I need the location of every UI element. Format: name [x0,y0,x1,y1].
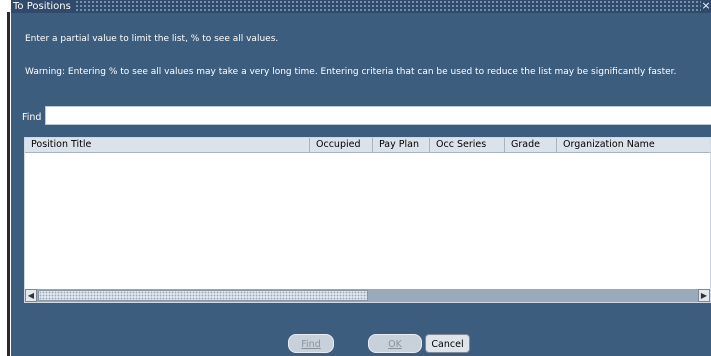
scrollbar-thumb[interactable] [38,290,368,301]
column-header-pay-plan[interactable]: Pay Plan [373,138,430,152]
dialog-title: To Positions [11,0,75,13]
left-window-edge [0,0,11,356]
find-label: Find [22,112,42,123]
table-header: Position Title Occupied Pay Plan Occ Ser… [25,138,710,153]
find-input[interactable] [45,106,711,125]
ok-button[interactable]: OK [368,334,422,353]
hint-text: Enter a partial value to limit the list,… [25,34,279,44]
arrow-right-icon[interactable]: ▶ [698,289,710,302]
column-header-position-title[interactable]: Position Title [25,138,310,152]
column-header-occ-series[interactable]: Occ Series [430,138,505,152]
horizontal-scrollbar[interactable]: ◀ ▶ [25,289,710,302]
results-table: Position Title Occupied Pay Plan Occ Ser… [24,137,711,303]
column-header-occupied[interactable]: Occupied [310,138,373,152]
title-bar[interactable]: To Positions × [11,0,711,13]
cancel-button[interactable]: Cancel [425,334,470,353]
find-button[interactable]: Find [288,334,334,353]
ok-button-label: OK [388,339,402,350]
arrow-left-icon[interactable]: ◀ [25,289,37,302]
cancel-button-label: Cancel [431,339,464,350]
warning-text: Warning: Entering % to see all values ma… [25,67,677,77]
close-icon[interactable]: × [701,0,711,13]
column-header-grade[interactable]: Grade [505,138,557,152]
find-button-label: Find [301,339,321,350]
left-edge-line [7,12,10,356]
lov-dialog: To Positions × Enter a partial value to … [11,0,711,356]
column-header-organization-name[interactable]: Organization Name [557,138,710,152]
table-body [25,153,710,286]
